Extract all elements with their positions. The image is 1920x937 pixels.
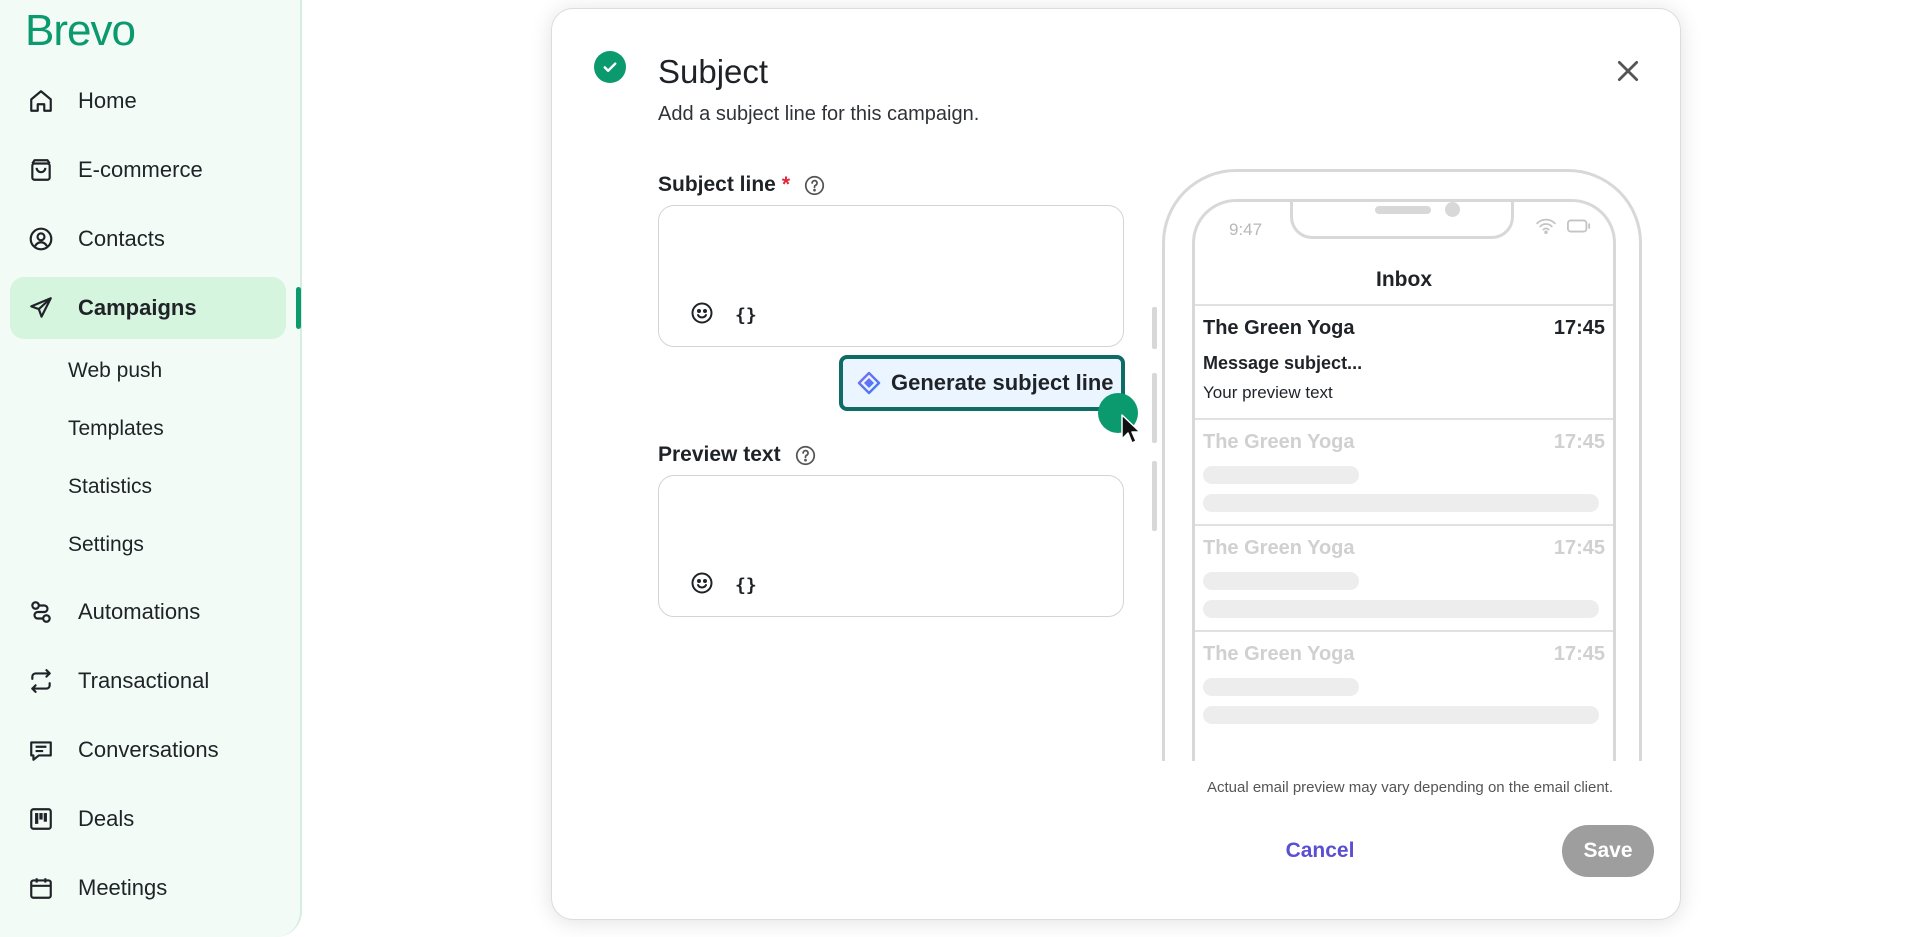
message-time: 17:45 xyxy=(1553,317,1605,339)
close-button[interactable] xyxy=(1610,53,1646,89)
send-icon xyxy=(26,293,56,323)
shopping-bag-icon xyxy=(26,155,56,185)
sidebar-item-label: Deals xyxy=(78,806,135,831)
emoji-picker-button[interactable] xyxy=(689,300,715,326)
help-icon[interactable] xyxy=(795,445,816,466)
ai-sparkle-icon xyxy=(857,371,881,395)
wifi-icon xyxy=(1536,218,1556,234)
phone-camera xyxy=(1445,202,1460,217)
sidebar-item-label: Home xyxy=(78,88,137,113)
contact-icon xyxy=(26,224,56,254)
help-icon[interactable] xyxy=(804,175,825,196)
divider xyxy=(1195,630,1613,632)
battery-icon xyxy=(1567,219,1591,233)
status-bar-icons xyxy=(1535,218,1591,234)
subject-line-input[interactable] xyxy=(675,218,1107,280)
sidebar-item-label: Meetings xyxy=(78,875,168,900)
deals-icon xyxy=(26,804,56,834)
message-subject: Message subject... xyxy=(1203,353,1363,373)
phone-preview: 9:47 Inbox The Green Yoga 17:45 Message … xyxy=(1152,161,1660,761)
generate-button-label: Generate subject line xyxy=(891,370,1114,395)
preview-disclaimer: Actual email preview may vary depending … xyxy=(1206,779,1614,796)
preview-text-input[interactable] xyxy=(675,488,1107,550)
brevo-logo[interactable]: Brevo xyxy=(25,6,136,56)
phone-side-button xyxy=(1152,461,1157,531)
message-preview: Your preview text xyxy=(1203,383,1333,402)
automation-icon xyxy=(26,597,56,627)
conversations-icon xyxy=(26,735,56,765)
sidebar-item-label: Automations xyxy=(78,599,201,624)
message-time: 17:45 xyxy=(1553,537,1605,559)
emoji-picker-button[interactable] xyxy=(689,570,715,596)
phone-side-button xyxy=(1152,307,1157,349)
sidebar: Brevo Home E-commerce Contacts Campaigns… xyxy=(0,0,302,937)
sidebar-item-home[interactable]: Home xyxy=(10,70,286,132)
sidebar-subitem-web-push[interactable]: Web push xyxy=(68,351,162,391)
preview-text-label: Preview text xyxy=(658,443,816,467)
preview-text-field: {} xyxy=(658,475,1124,617)
insert-variable-button[interactable]: {} xyxy=(735,305,757,326)
sidebar-item-ecommerce[interactable]: E-commerce xyxy=(10,139,286,201)
divider xyxy=(1195,524,1613,526)
skeleton-line xyxy=(1203,600,1599,618)
sidebar-item-contacts[interactable]: Contacts xyxy=(10,208,286,270)
skeleton-line xyxy=(1203,706,1599,724)
message-time: 17:45 xyxy=(1553,431,1605,453)
message-sender: The Green Yoga xyxy=(1203,431,1355,453)
home-icon xyxy=(26,86,56,116)
sidebar-item-label: Transactional xyxy=(78,668,210,693)
sidebar-item-label: Conversations xyxy=(78,737,219,762)
insert-variable-button[interactable]: {} xyxy=(735,575,757,596)
close-icon xyxy=(1617,60,1639,82)
inbox-title: Inbox xyxy=(1376,268,1432,291)
divider xyxy=(1195,418,1613,420)
subject-line-field: {} xyxy=(658,205,1124,347)
modal-subtitle: Add a subject line for this campaign. xyxy=(658,103,980,125)
sidebar-item-meetings[interactable]: Meetings xyxy=(10,857,286,919)
phone-notch xyxy=(1290,202,1514,239)
sidebar-item-transactional[interactable]: Transactional xyxy=(10,650,286,712)
required-marker: * xyxy=(781,173,791,196)
sidebar-subitem-templates[interactable]: Templates xyxy=(68,409,164,449)
divider xyxy=(1195,304,1613,306)
mouse-cursor-icon xyxy=(1121,414,1141,444)
phone-speaker xyxy=(1375,206,1431,214)
message-sender: The Green Yoga xyxy=(1203,317,1355,339)
sidebar-subitem-settings[interactable]: Settings xyxy=(68,525,144,565)
subject-line-label: Subject line * xyxy=(658,173,825,197)
skeleton-line xyxy=(1203,466,1359,484)
transactional-icon xyxy=(26,666,56,696)
message-sender: The Green Yoga xyxy=(1203,537,1355,559)
completed-check-icon xyxy=(594,51,626,83)
modal-title: Subject xyxy=(658,53,769,90)
emoji-icon xyxy=(691,572,713,594)
status-bar-time: 9:47 xyxy=(1229,220,1263,239)
message-sender: The Green Yoga xyxy=(1203,643,1355,665)
generate-subject-line-button[interactable]: Generate subject line xyxy=(839,355,1125,411)
sidebar-item-deals[interactable]: Deals xyxy=(10,788,286,850)
phone-side-button xyxy=(1152,373,1157,443)
phone-screen: 9:47 Inbox The Green Yoga 17:45 Message … xyxy=(1192,199,1616,761)
skeleton-line xyxy=(1203,572,1359,590)
sidebar-subitem-statistics[interactable]: Statistics xyxy=(68,467,152,507)
message-time: 17:45 xyxy=(1553,643,1605,665)
sidebar-item-campaigns[interactable]: Campaigns xyxy=(10,277,286,339)
cancel-button[interactable]: Cancel xyxy=(1262,825,1378,877)
save-button[interactable]: Save xyxy=(1562,825,1654,877)
subject-modal: Subject Add a subject line for this camp… xyxy=(551,8,1681,920)
sidebar-item-label: Contacts xyxy=(78,226,165,251)
sidebar-item-label: E-commerce xyxy=(78,157,203,182)
skeleton-line xyxy=(1203,494,1599,512)
sidebar-item-automations[interactable]: Automations xyxy=(10,581,286,643)
emoji-icon xyxy=(691,302,713,324)
skeleton-line xyxy=(1203,678,1359,696)
sidebar-item-label: Campaigns xyxy=(78,295,197,320)
sidebar-item-conversations[interactable]: Conversations xyxy=(10,719,286,781)
calendar-icon xyxy=(26,873,56,903)
active-indicator xyxy=(296,287,301,329)
